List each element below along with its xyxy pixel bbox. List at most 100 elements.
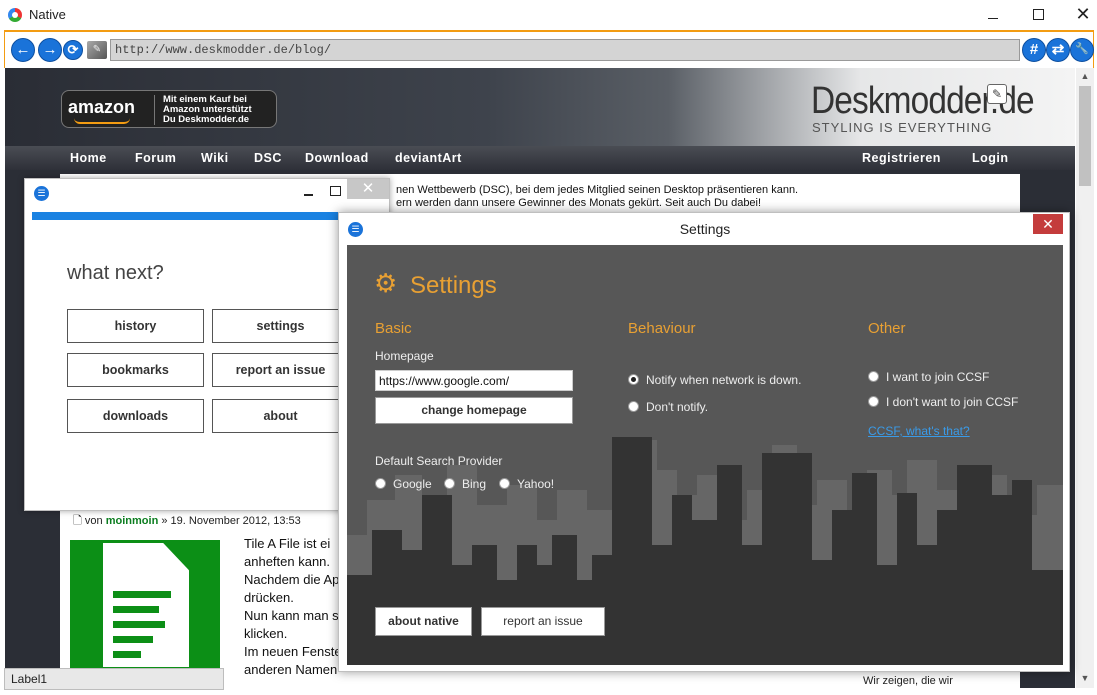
- radio-icon: [868, 396, 879, 407]
- pen-icon: ✎: [987, 84, 1007, 104]
- post-line: Nun kann man se: [244, 608, 346, 623]
- gear-icon: ⚙: [374, 268, 398, 298]
- forward-button[interactable]: →: [38, 38, 62, 62]
- report-issue-button[interactable]: report an issue: [212, 353, 349, 387]
- menu-deviantart[interactable]: deviantArt: [395, 151, 462, 165]
- intro-line-2: ern werden dann unsere Gewinner des Mona…: [396, 197, 762, 209]
- radio-label: Notify when network is down.: [646, 373, 802, 387]
- provider-google-radio[interactable]: Google: [375, 477, 432, 491]
- homepage-input[interactable]: [375, 370, 573, 391]
- minimize-icon: [988, 17, 998, 19]
- join-ccsf-radio[interactable]: I want to join CCSF: [868, 370, 989, 384]
- scroll-down-icon[interactable]: ▼: [1076, 670, 1094, 686]
- menu-dsc[interactable]: DSC: [254, 151, 282, 165]
- divider: [154, 95, 155, 125]
- what-next-title-bar: ☰ ✕: [25, 179, 389, 207]
- minimize-button[interactable]: [970, 0, 1016, 30]
- menu-wiki[interactable]: Wiki: [201, 151, 229, 165]
- wrench-button[interactable]: 🔧: [1070, 38, 1094, 62]
- radio-selected-icon: [628, 374, 639, 385]
- post-line: Tile A File ist ei: [244, 536, 331, 551]
- post-line: anderen Namen: [244, 662, 338, 677]
- radio-label: Google: [393, 477, 432, 491]
- back-button[interactable]: ←: [11, 38, 35, 62]
- downloads-button[interactable]: downloads: [67, 399, 204, 433]
- site-tagline: STYLING IS EVERYTHING: [812, 120, 993, 135]
- post-body: Tile A File ist ei anheften kann. Nachde…: [244, 535, 346, 679]
- post-image[interactable]: [70, 540, 220, 670]
- refresh-button[interactable]: ⟳: [63, 40, 83, 60]
- menu-home[interactable]: Home: [70, 151, 107, 165]
- report-issue-button[interactable]: report an issue: [481, 607, 605, 636]
- vertical-scrollbar[interactable]: ▲ ▼: [1076, 68, 1094, 688]
- basic-section-title: Basic: [375, 320, 412, 337]
- ccsf-info-link[interactable]: CCSF, what's that?: [868, 424, 970, 438]
- settings-panel: ⚙ Settings Basic Behaviour Other Homepag…: [347, 245, 1063, 665]
- app-logo-icon: [8, 8, 22, 22]
- about-button[interactable]: about: [212, 399, 349, 433]
- homepage-label: Homepage: [375, 349, 434, 363]
- radio-icon: [868, 371, 879, 382]
- history-button[interactable]: history: [67, 309, 204, 343]
- settings-heading: Settings: [410, 272, 497, 299]
- notify-network-radio[interactable]: Notify when network is down.: [628, 373, 801, 387]
- dont-join-ccsf-radio[interactable]: I don't want to join CCSF: [868, 395, 1018, 409]
- settings-close-button[interactable]: ✕: [1033, 214, 1063, 234]
- navigation-bar: ← → ⟳ ✎ http://www.deskmodder.de/blog/ #…: [4, 32, 1094, 68]
- radio-icon: [375, 478, 386, 489]
- document-icon: 🗋: [73, 515, 82, 527]
- what-next-maximize-button[interactable]: [327, 183, 343, 199]
- share-button[interactable]: ⇄: [1046, 38, 1070, 62]
- post-line: drücken.: [244, 590, 294, 605]
- address-bar[interactable]: http://www.deskmodder.de/blog/: [110, 39, 1020, 61]
- amazon-logo: amazon: [68, 97, 136, 117]
- other-section-title: Other: [868, 320, 906, 337]
- site-menu: Home Forum Wiki DSC Download deviantArt …: [5, 146, 1075, 170]
- settings-window: ☰ Settings ✕ ⚙ Settings Basic Behaviour …: [338, 212, 1070, 672]
- native-app-window: Native ✕ ← → ⟳ ✎ http://www.deskmodder.d…: [0, 0, 1097, 695]
- brush-icon[interactable]: ✎: [87, 41, 107, 59]
- settings-button[interactable]: settings: [212, 309, 349, 343]
- scroll-thumb[interactable]: [1079, 86, 1091, 186]
- radio-icon: [628, 401, 639, 412]
- radio-label: Bing: [462, 477, 487, 491]
- settings-window-title: Settings: [679, 221, 731, 237]
- post-author-link[interactable]: moinmoin: [106, 515, 159, 527]
- radio-icon: [444, 478, 455, 489]
- what-next-heading: what next?: [67, 262, 164, 284]
- dont-notify-radio[interactable]: Don't notify.: [628, 400, 708, 414]
- post-meta: 🗋 von moinmoin » 19. November 2012, 13:5…: [73, 512, 301, 531]
- sidebar-snippet: Wir zeigen, die wir: [863, 675, 953, 687]
- what-next-close-button[interactable]: ✕: [347, 179, 389, 199]
- about-native-button[interactable]: about native: [375, 607, 472, 636]
- maximize-icon: [1032, 9, 1044, 20]
- maximize-button[interactable]: [1015, 0, 1061, 30]
- menu-download[interactable]: Download: [305, 151, 369, 165]
- intro-text: nen Wettbewerb (DSC), bei dem jedes Mitg…: [396, 184, 798, 210]
- behaviour-section-title: Behaviour: [628, 320, 696, 337]
- menu-login[interactable]: Login: [972, 151, 1009, 165]
- radio-label: Yahoo!: [517, 477, 555, 491]
- radio-label: I don't want to join CCSF: [886, 395, 1019, 409]
- provider-bing-radio[interactable]: Bing: [444, 477, 486, 491]
- post-line: Nachdem die Ap: [244, 572, 340, 587]
- close-button[interactable]: ✕: [1060, 0, 1097, 30]
- amazon-smile-icon: [74, 118, 130, 124]
- site-header: amazon Mit einem Kauf bei Amazon unterst…: [5, 68, 1075, 146]
- hash-button[interactable]: #: [1022, 38, 1046, 62]
- search-provider-label: Default Search Provider: [375, 454, 503, 468]
- scroll-up-icon[interactable]: ▲: [1076, 68, 1094, 84]
- file-icon: [103, 543, 189, 667]
- title-bar: Native ✕: [0, 0, 1097, 30]
- post-line: klicken.: [244, 626, 288, 641]
- amazon-line-3: Du Deskmodder.de: [163, 114, 250, 125]
- bookmarks-button[interactable]: bookmarks: [67, 353, 204, 387]
- menu-register[interactable]: Registrieren: [862, 151, 941, 165]
- menu-forum[interactable]: Forum: [135, 151, 176, 165]
- provider-yahoo-radio[interactable]: Yahoo!: [499, 477, 554, 491]
- amazon-banner[interactable]: amazon Mit einem Kauf bei Amazon unterst…: [61, 90, 277, 128]
- change-homepage-button[interactable]: change homepage: [375, 397, 573, 424]
- post-date: » 19. November 2012, 13:53: [161, 515, 301, 527]
- what-next-minimize-button[interactable]: [301, 183, 317, 199]
- menu-list-icon[interactable]: ☰: [34, 186, 49, 201]
